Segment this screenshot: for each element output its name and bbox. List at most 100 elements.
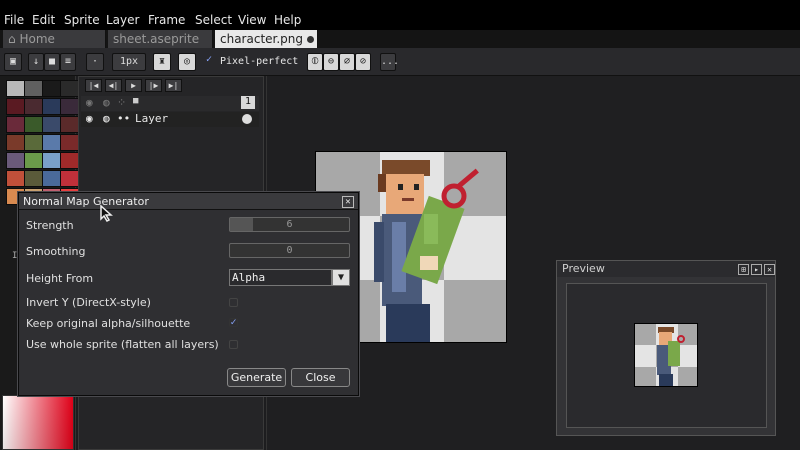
close-button[interactable]: Close	[291, 368, 350, 387]
context-toolbar: ▣ ↓ ■ ≡ · 1px ♜ ◎ ✓ Pixel-perfect ⦶ ⊖ ∅ …	[0, 48, 800, 76]
palette-swatch[interactable]	[24, 170, 43, 187]
opacity-icon[interactable]: ◎	[178, 53, 196, 71]
first-frame-icon[interactable]: |◀	[85, 79, 102, 92]
palette-swatch[interactable]	[24, 98, 43, 115]
strength-label: Strength	[26, 219, 74, 232]
palette-swatch[interactable]	[24, 116, 43, 133]
home-icon: ⌂	[8, 32, 16, 46]
zoom-fit-icon[interactable]: ⊞	[738, 264, 749, 275]
invert-y-checkbox[interactable]	[229, 298, 238, 307]
menu-layer[interactable]: Layer	[106, 13, 139, 27]
menu-bar: File Edit Sprite Layer Frame Select View…	[0, 0, 800, 30]
strength-slider[interactable]: 6	[229, 217, 350, 232]
palette-swatch[interactable]	[60, 98, 79, 115]
timeline-header: ◉ ◍ ⁘ ■ 1	[81, 96, 259, 111]
lock-icon[interactable]: ▣	[4, 53, 22, 71]
palette-swatch[interactable]	[42, 80, 61, 97]
smoothing-slider[interactable]: 0	[229, 243, 350, 258]
tab-character[interactable]: character.png	[215, 30, 318, 48]
menu-file[interactable]: File	[4, 13, 24, 27]
palette-swatch[interactable]	[42, 116, 61, 133]
last-frame-icon[interactable]: ▶|	[165, 79, 182, 92]
palette-swatch[interactable]	[42, 98, 61, 115]
menu-sprite[interactable]: Sprite	[64, 13, 100, 27]
preview-sprite	[635, 324, 697, 386]
eye-icon[interactable]: ◉	[86, 96, 93, 109]
more-button[interactable]: ...	[380, 53, 399, 71]
palette-swatch[interactable]	[6, 80, 25, 97]
tab-sheet[interactable]: sheet.aseprite	[108, 30, 213, 48]
menu-edit[interactable]: Edit	[32, 13, 55, 27]
strength-value: 6	[286, 219, 293, 230]
palette-swatch[interactable]	[6, 134, 25, 151]
tab-home[interactable]: ⌂ Home	[3, 30, 106, 48]
palette-swatch[interactable]	[60, 134, 79, 151]
pixel-perfect-checkbox[interactable]: ✓	[206, 54, 212, 65]
palette-swatch[interactable]	[60, 116, 79, 133]
palette-swatch[interactable]	[24, 152, 43, 169]
stop-icon[interactable]: ■	[44, 53, 60, 71]
symmetry-icon[interactable]: ⦶	[307, 53, 323, 71]
prev-frame-icon[interactable]: ◀|	[105, 79, 122, 92]
menu-frame[interactable]: Frame	[148, 13, 185, 27]
color-spectrum[interactable]	[2, 395, 74, 450]
chevron-down-icon[interactable]: ▼	[332, 269, 350, 286]
palette-swatch[interactable]	[6, 152, 25, 169]
play-preview-icon[interactable]: ▸	[751, 264, 762, 275]
preview-viewport[interactable]	[566, 283, 767, 428]
normal-map-dialog: Normal Map Generator ✕ Strength 6 Smooth…	[18, 192, 359, 396]
menu-select[interactable]: Select	[195, 13, 232, 27]
palette-swatch[interactable]	[24, 134, 43, 151]
dialog-close-icon[interactable]: ✕	[342, 196, 354, 208]
layer-lock-icon[interactable]: ◍	[103, 112, 110, 125]
palette-swatch[interactable]	[60, 80, 79, 97]
layer-square-icon: ■	[133, 96, 139, 106]
dot-brush-icon[interactable]: ·	[86, 53, 104, 71]
play-icon[interactable]: ▶	[125, 79, 142, 92]
preview-window: Preview ⊞ ▸ ✕	[556, 260, 776, 436]
unsaved-dot-icon	[307, 36, 315, 43]
layer-continuous-icon[interactable]: ••	[117, 112, 130, 125]
menu-view[interactable]: View	[238, 13, 266, 27]
tab-sheet-label: sheet.aseprite	[113, 32, 200, 46]
next-frame-icon[interactable]: |▶	[145, 79, 162, 92]
whole-sprite-checkbox[interactable]	[229, 340, 238, 349]
symmetry-off-icon[interactable]: ⊘	[355, 53, 371, 71]
download-icon[interactable]: ↓	[28, 53, 44, 71]
tab-character-label: character.png	[220, 32, 304, 46]
whole-sprite-label: Use whole sprite (flatten all layers)	[26, 338, 219, 351]
palette-swatch[interactable]	[60, 170, 79, 187]
smoothing-value: 0	[286, 245, 293, 256]
brush-size-field[interactable]: 1px	[112, 53, 146, 71]
palette-swatch[interactable]	[24, 80, 43, 97]
tab-home-label: Home	[19, 32, 55, 46]
palette-swatch[interactable]	[42, 134, 61, 151]
layer-row[interactable]: ◉ ◍ •• Layer	[81, 112, 259, 127]
pixel-perfect-label: Pixel-perfect	[220, 56, 299, 67]
invert-y-label: Invert Y (DirectX-style)	[26, 296, 151, 309]
link-icon[interactable]: ⁘	[117, 96, 126, 109]
close-preview-icon[interactable]: ✕	[764, 264, 775, 275]
ink-icon[interactable]: ♜	[153, 53, 171, 71]
layer-visible-icon[interactable]: ◉	[86, 112, 93, 125]
menu-lines-icon[interactable]: ≡	[60, 53, 76, 71]
cel-dot-icon[interactable]	[242, 114, 252, 124]
symmetry-h-icon[interactable]: ⊖	[323, 53, 339, 71]
strength-fill	[230, 218, 253, 231]
palette-swatch[interactable]	[6, 170, 25, 187]
generate-button[interactable]: Generate	[227, 368, 286, 387]
palette-swatch[interactable]	[42, 152, 61, 169]
keep-alpha-checkbox[interactable]: ✓	[229, 318, 238, 328]
dialog-title: Normal Map Generator	[19, 193, 358, 210]
keep-alpha-label: Keep original alpha/silhouette	[26, 317, 191, 330]
palette-swatch[interactable]	[6, 116, 25, 133]
palette-swatch[interactable]	[60, 152, 79, 169]
tab-bar: ⌂ Home sheet.aseprite character.png	[0, 30, 800, 48]
frame-number[interactable]: 1	[241, 96, 255, 109]
symmetry-v-icon[interactable]: ∅	[339, 53, 355, 71]
palette-swatch[interactable]	[6, 98, 25, 115]
lock-layer-icon[interactable]: ◍	[103, 96, 110, 109]
menu-help[interactable]: Help	[274, 13, 301, 27]
palette-swatch[interactable]	[42, 170, 61, 187]
height-from-select[interactable]: Alpha	[229, 269, 332, 286]
